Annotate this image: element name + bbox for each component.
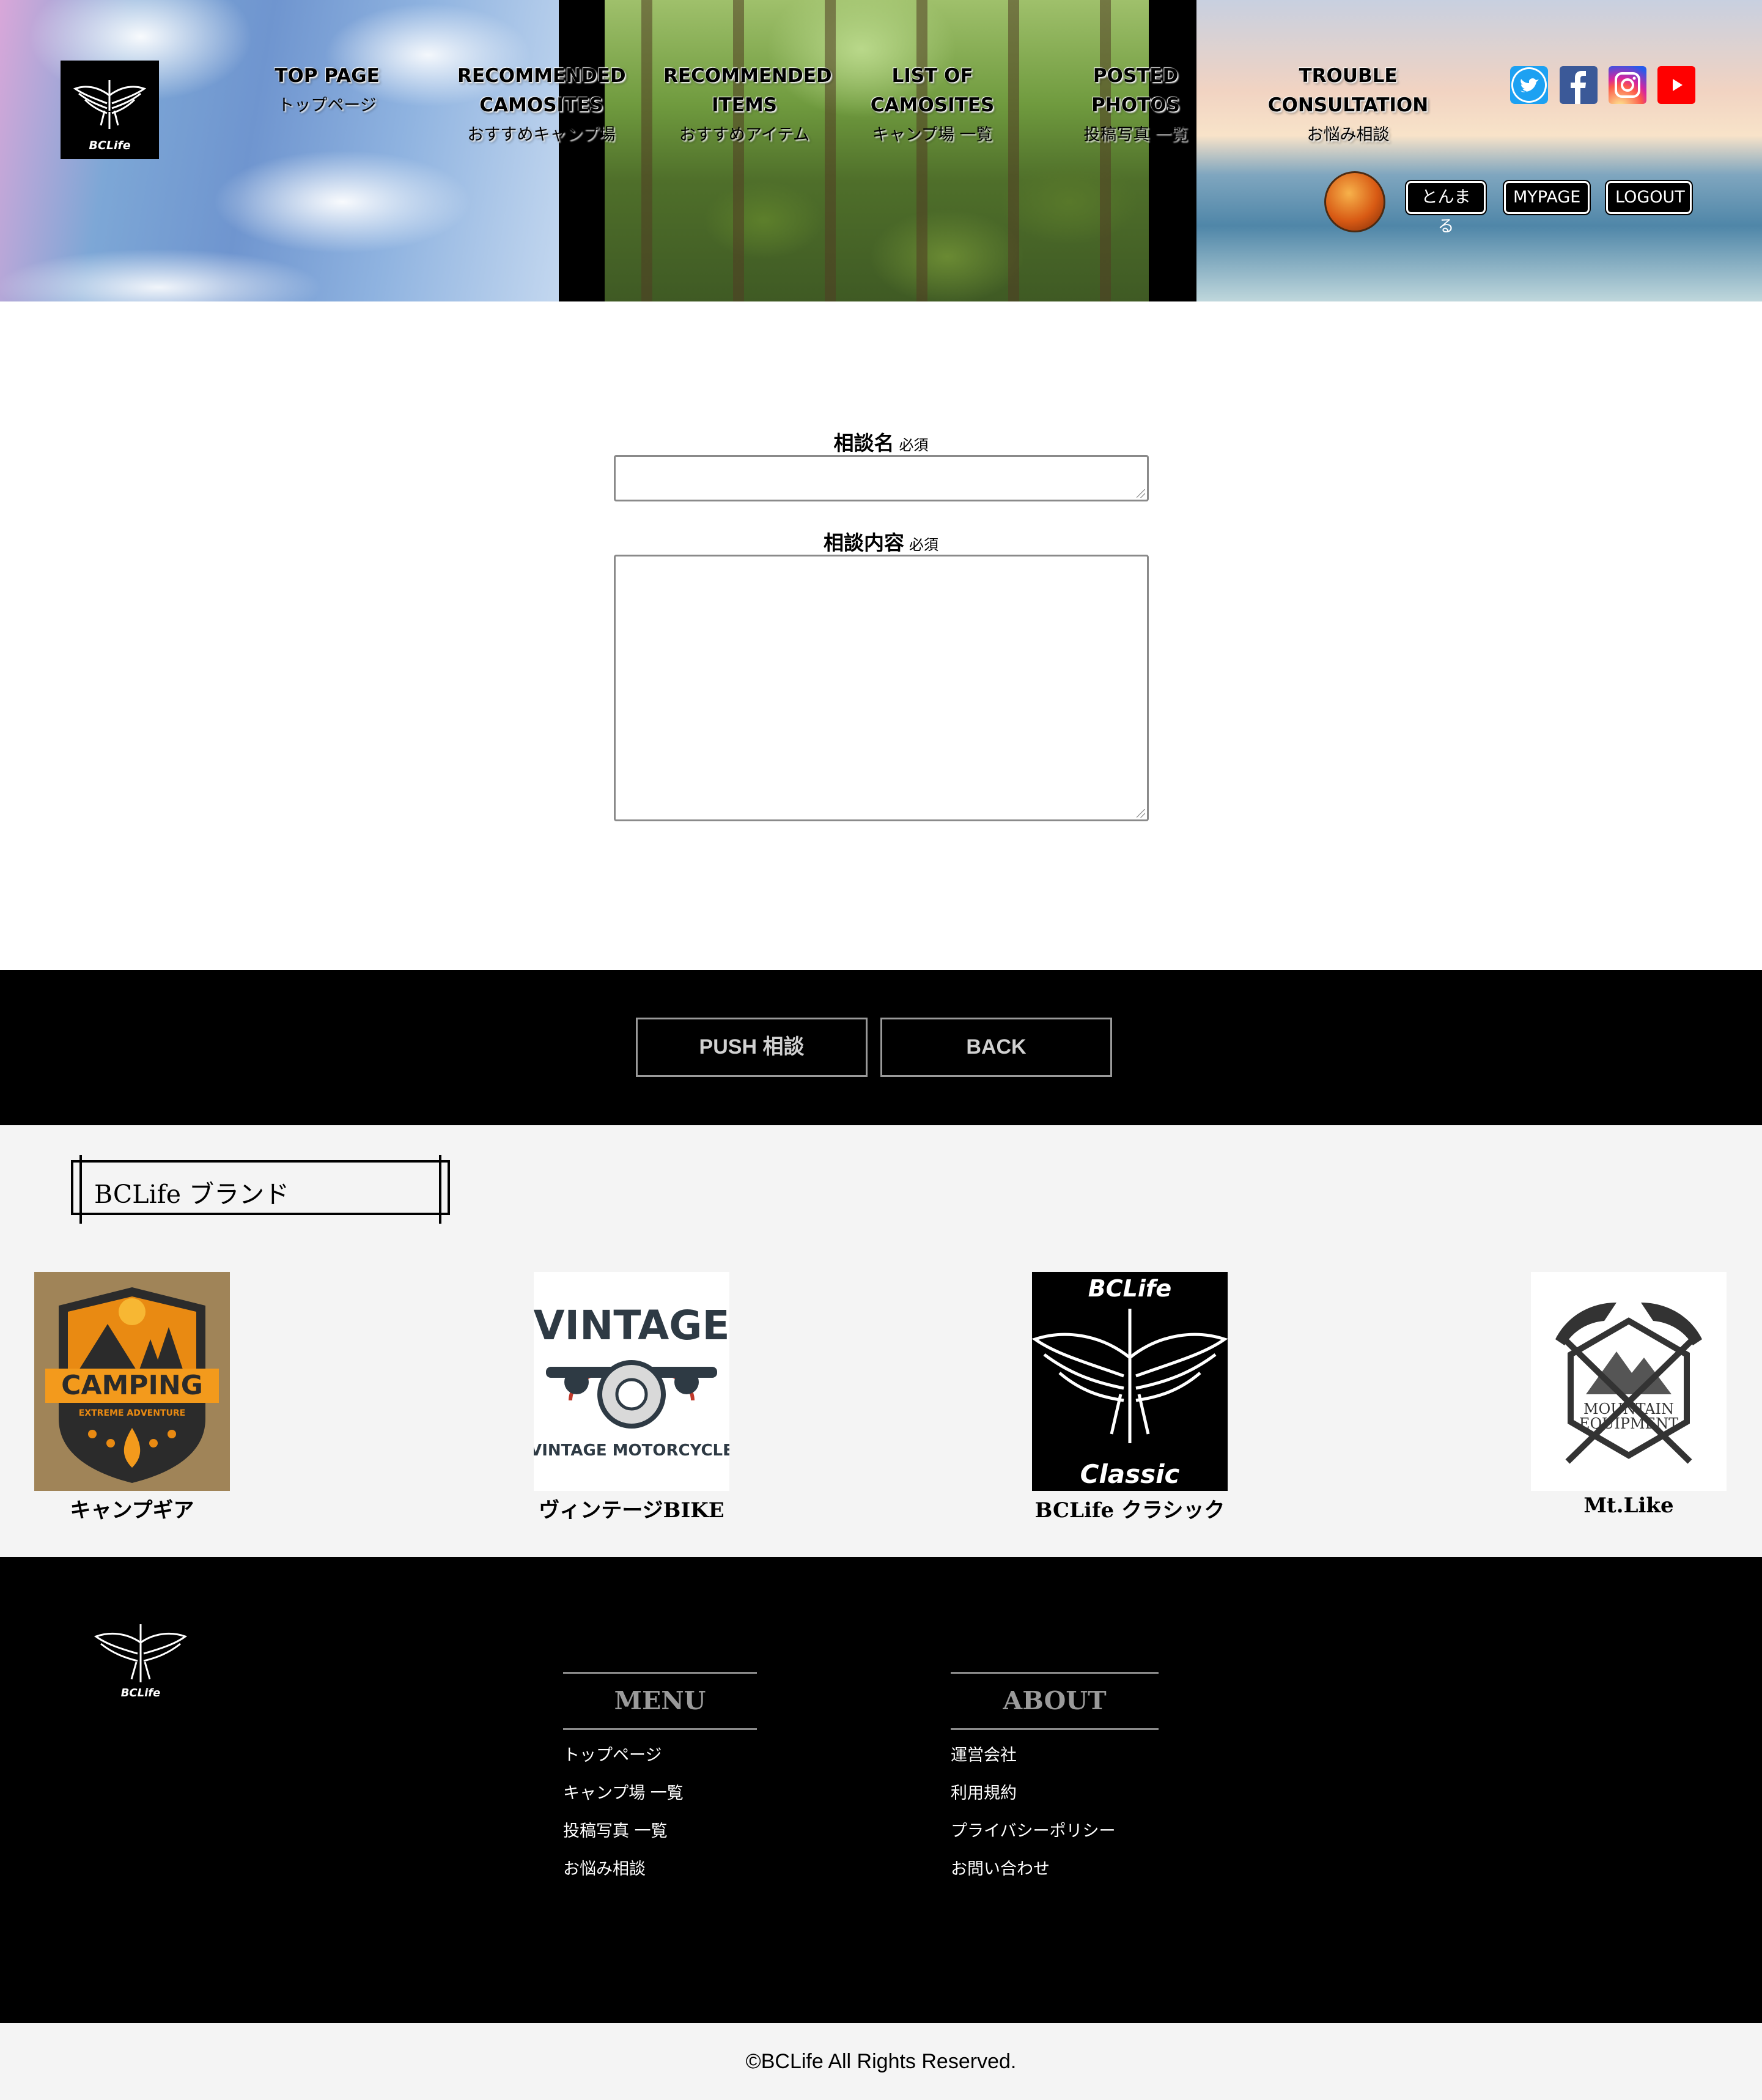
brand-name: キャンプギア	[70, 1498, 194, 1523]
vintage-logo-text: VINTAGE	[534, 1302, 729, 1349]
twitter-icon[interactable]	[1510, 66, 1548, 104]
instagram-icon[interactable]	[1609, 66, 1646, 104]
logout-button[interactable]: LOGOUT	[1606, 181, 1692, 214]
brand-heading: BCLife ブランド	[94, 1180, 290, 1209]
nav-label-en: POSTED PHOTOS	[1091, 65, 1180, 116]
brand-heading-frame: BCLife ブランド	[71, 1155, 450, 1224]
nav-label-en: TOP PAGE	[275, 65, 380, 87]
footer-menu-column: MENU トップページ キャンプ場 一覧 投稿写真 一覧 お悩み相談	[563, 1672, 757, 1882]
footer-logo[interactable]: BCLife	[89, 1618, 193, 1710]
footer-link-contact[interactable]: お問い合わせ	[951, 1857, 1159, 1882]
username-button[interactable]: とんまる	[1406, 181, 1486, 236]
mountain-logo-sub: EQUIPMENT	[1579, 1415, 1678, 1432]
user-avatar[interactable]	[1324, 171, 1385, 232]
eagle-logo-icon	[94, 1624, 188, 1682]
nav-label-en: RECOMMENDED CAMOSITES	[457, 65, 626, 116]
classic-logo-text: BCLife	[1088, 1275, 1171, 1302]
brand-card-mt-like[interactable]: MOUNTAIN EQUIPMENT Mt.Like	[1506, 1272, 1751, 1518]
footer-menu-heading: MENU	[563, 1672, 757, 1730]
consultation-form: 相談名 必須 相談内容 必須	[0, 301, 1762, 970]
logo-wordmark: BCLife	[89, 139, 131, 152]
footer-link-terms[interactable]: 利用規約	[951, 1781, 1159, 1806]
nav-label-ja: お悩み相談	[1307, 125, 1390, 144]
vintage-bike-logo-image: VINTAGE VINTAGE MOTORCYCLE	[534, 1272, 729, 1491]
push-consultation-button[interactable]: PUSH 相談	[636, 1018, 868, 1077]
brand-card-vintage-bike[interactable]: VINTAGE VINTAGE MOTORCYCLE ヴィンテージBIKE	[509, 1272, 754, 1523]
nav-label-en: TROUBLE CONSULTATION	[1267, 65, 1429, 116]
camping-logo-sub: EXTREME ADVENTURE	[79, 1408, 185, 1418]
brand-card-bclife-classic[interactable]: BCLife Classic BCLife クラシック	[1008, 1272, 1252, 1523]
classic-logo-sub: Classic	[1080, 1459, 1180, 1489]
header-sea-image	[1196, 0, 1762, 301]
footer-link-posted-photos[interactable]: 投稿写真 一覧	[563, 1819, 757, 1844]
nav-label-ja: キャンプ場 一覧	[872, 125, 993, 144]
vintage-logo-sub: VINTAGE MOTORCYCLE	[534, 1441, 729, 1460]
consultation-title-input[interactable]	[614, 455, 1149, 501]
nav-label-en: LIST OF CAMOSITES	[870, 65, 995, 116]
brand-section: BCLife ブランド CAMPING EXTREME ADVENTURE キャ…	[0, 1125, 1762, 1557]
footer-about-column: ABOUT 運営会社 利用規約 プライバシーポリシー お問い合わせ	[951, 1672, 1159, 1882]
nav-label-ja: おすすめキャンプ場	[467, 125, 616, 144]
bclife-classic-logo-image: BCLife Classic	[1032, 1272, 1228, 1491]
nav-top-page[interactable]: TOP PAGE トップページ	[263, 61, 391, 119]
footer-link-company[interactable]: 運営会社	[951, 1743, 1159, 1768]
site-logo[interactable]: BCLife	[61, 61, 159, 159]
consultation-body-textarea[interactable]	[614, 555, 1149, 821]
brand-card-camping-gear[interactable]: CAMPING EXTREME ADVENTURE キャンプギア	[10, 1272, 254, 1523]
resize-handle-icon[interactable]	[1137, 809, 1145, 818]
body-label-text: 相談内容	[824, 531, 904, 555]
footer-link-privacy[interactable]: プライバシーポリシー	[951, 1819, 1159, 1844]
brand-name: BCLife クラシック	[1034, 1498, 1225, 1523]
nav-recommended-items[interactable]: RECOMMENDED ITEMS おすすめアイテム	[663, 61, 832, 148]
nav-posted-photos[interactable]: POSTED PHOTOS 投稿写真 一覧	[1076, 61, 1195, 148]
header-forest-image	[559, 0, 1196, 301]
nav-label-ja: おすすめアイテム	[679, 125, 810, 144]
required-badge: 必須	[899, 437, 929, 454]
body-field-label: 相談内容 必須	[0, 527, 1762, 556]
camping-logo-image: CAMPING EXTREME ADVENTURE	[34, 1272, 230, 1491]
footer-link-campsite-list[interactable]: キャンプ場 一覧	[563, 1781, 757, 1806]
title-label-text: 相談名	[833, 431, 894, 455]
title-field-label: 相談名 必須	[0, 427, 1762, 456]
nav-label-ja: 投稿写真 一覧	[1083, 125, 1188, 144]
facebook-icon[interactable]	[1560, 66, 1598, 104]
resize-handle-icon[interactable]	[1137, 489, 1145, 498]
nav-trouble-consultation[interactable]: TROUBLE CONSULTATION お悩み相談	[1253, 61, 1443, 148]
footer-about-heading: ABOUT	[951, 1672, 1159, 1730]
footer-link-top-page[interactable]: トップページ	[563, 1743, 757, 1768]
nav-list-of-campsites[interactable]: LIST OF CAMOSITES キャンプ場 一覧	[865, 61, 1000, 148]
youtube-icon[interactable]	[1657, 66, 1695, 104]
nav-recommended-campsites[interactable]: RECOMMENDED CAMOSITES おすすめキャンプ場	[457, 61, 626, 148]
footer-link-consultation[interactable]: お悩み相談	[563, 1857, 757, 1882]
brand-name: Mt.Like	[1583, 1493, 1674, 1518]
mountain-equipment-logo-image: MOUNTAIN EQUIPMENT	[1531, 1272, 1727, 1491]
mypage-button[interactable]: MYPAGE	[1504, 181, 1590, 214]
form-action-bar: PUSH 相談 BACK	[0, 970, 1762, 1125]
brand-name: ヴィンテージBIKE	[539, 1498, 724, 1523]
copyright-text: ©BCLife All Rights Reserved.	[0, 2023, 1762, 2100]
camping-logo-text: CAMPING	[61, 1370, 203, 1401]
site-footer: BCLife MENU トップページ キャンプ場 一覧 投稿写真 一覧 お悩み相…	[0, 1557, 1762, 2023]
site-header: BCLife TOP PAGE トップページ RECOMMENDED CAMOS…	[0, 0, 1762, 301]
nav-label-ja: トップページ	[278, 96, 377, 115]
eagle-logo-icon	[73, 80, 147, 129]
nav-label-en: RECOMMENDED ITEMS	[663, 65, 832, 116]
back-button[interactable]: BACK	[880, 1018, 1112, 1077]
required-badge: 必須	[909, 536, 938, 553]
footer-logo-wordmark: BCLife	[120, 1687, 161, 1699]
